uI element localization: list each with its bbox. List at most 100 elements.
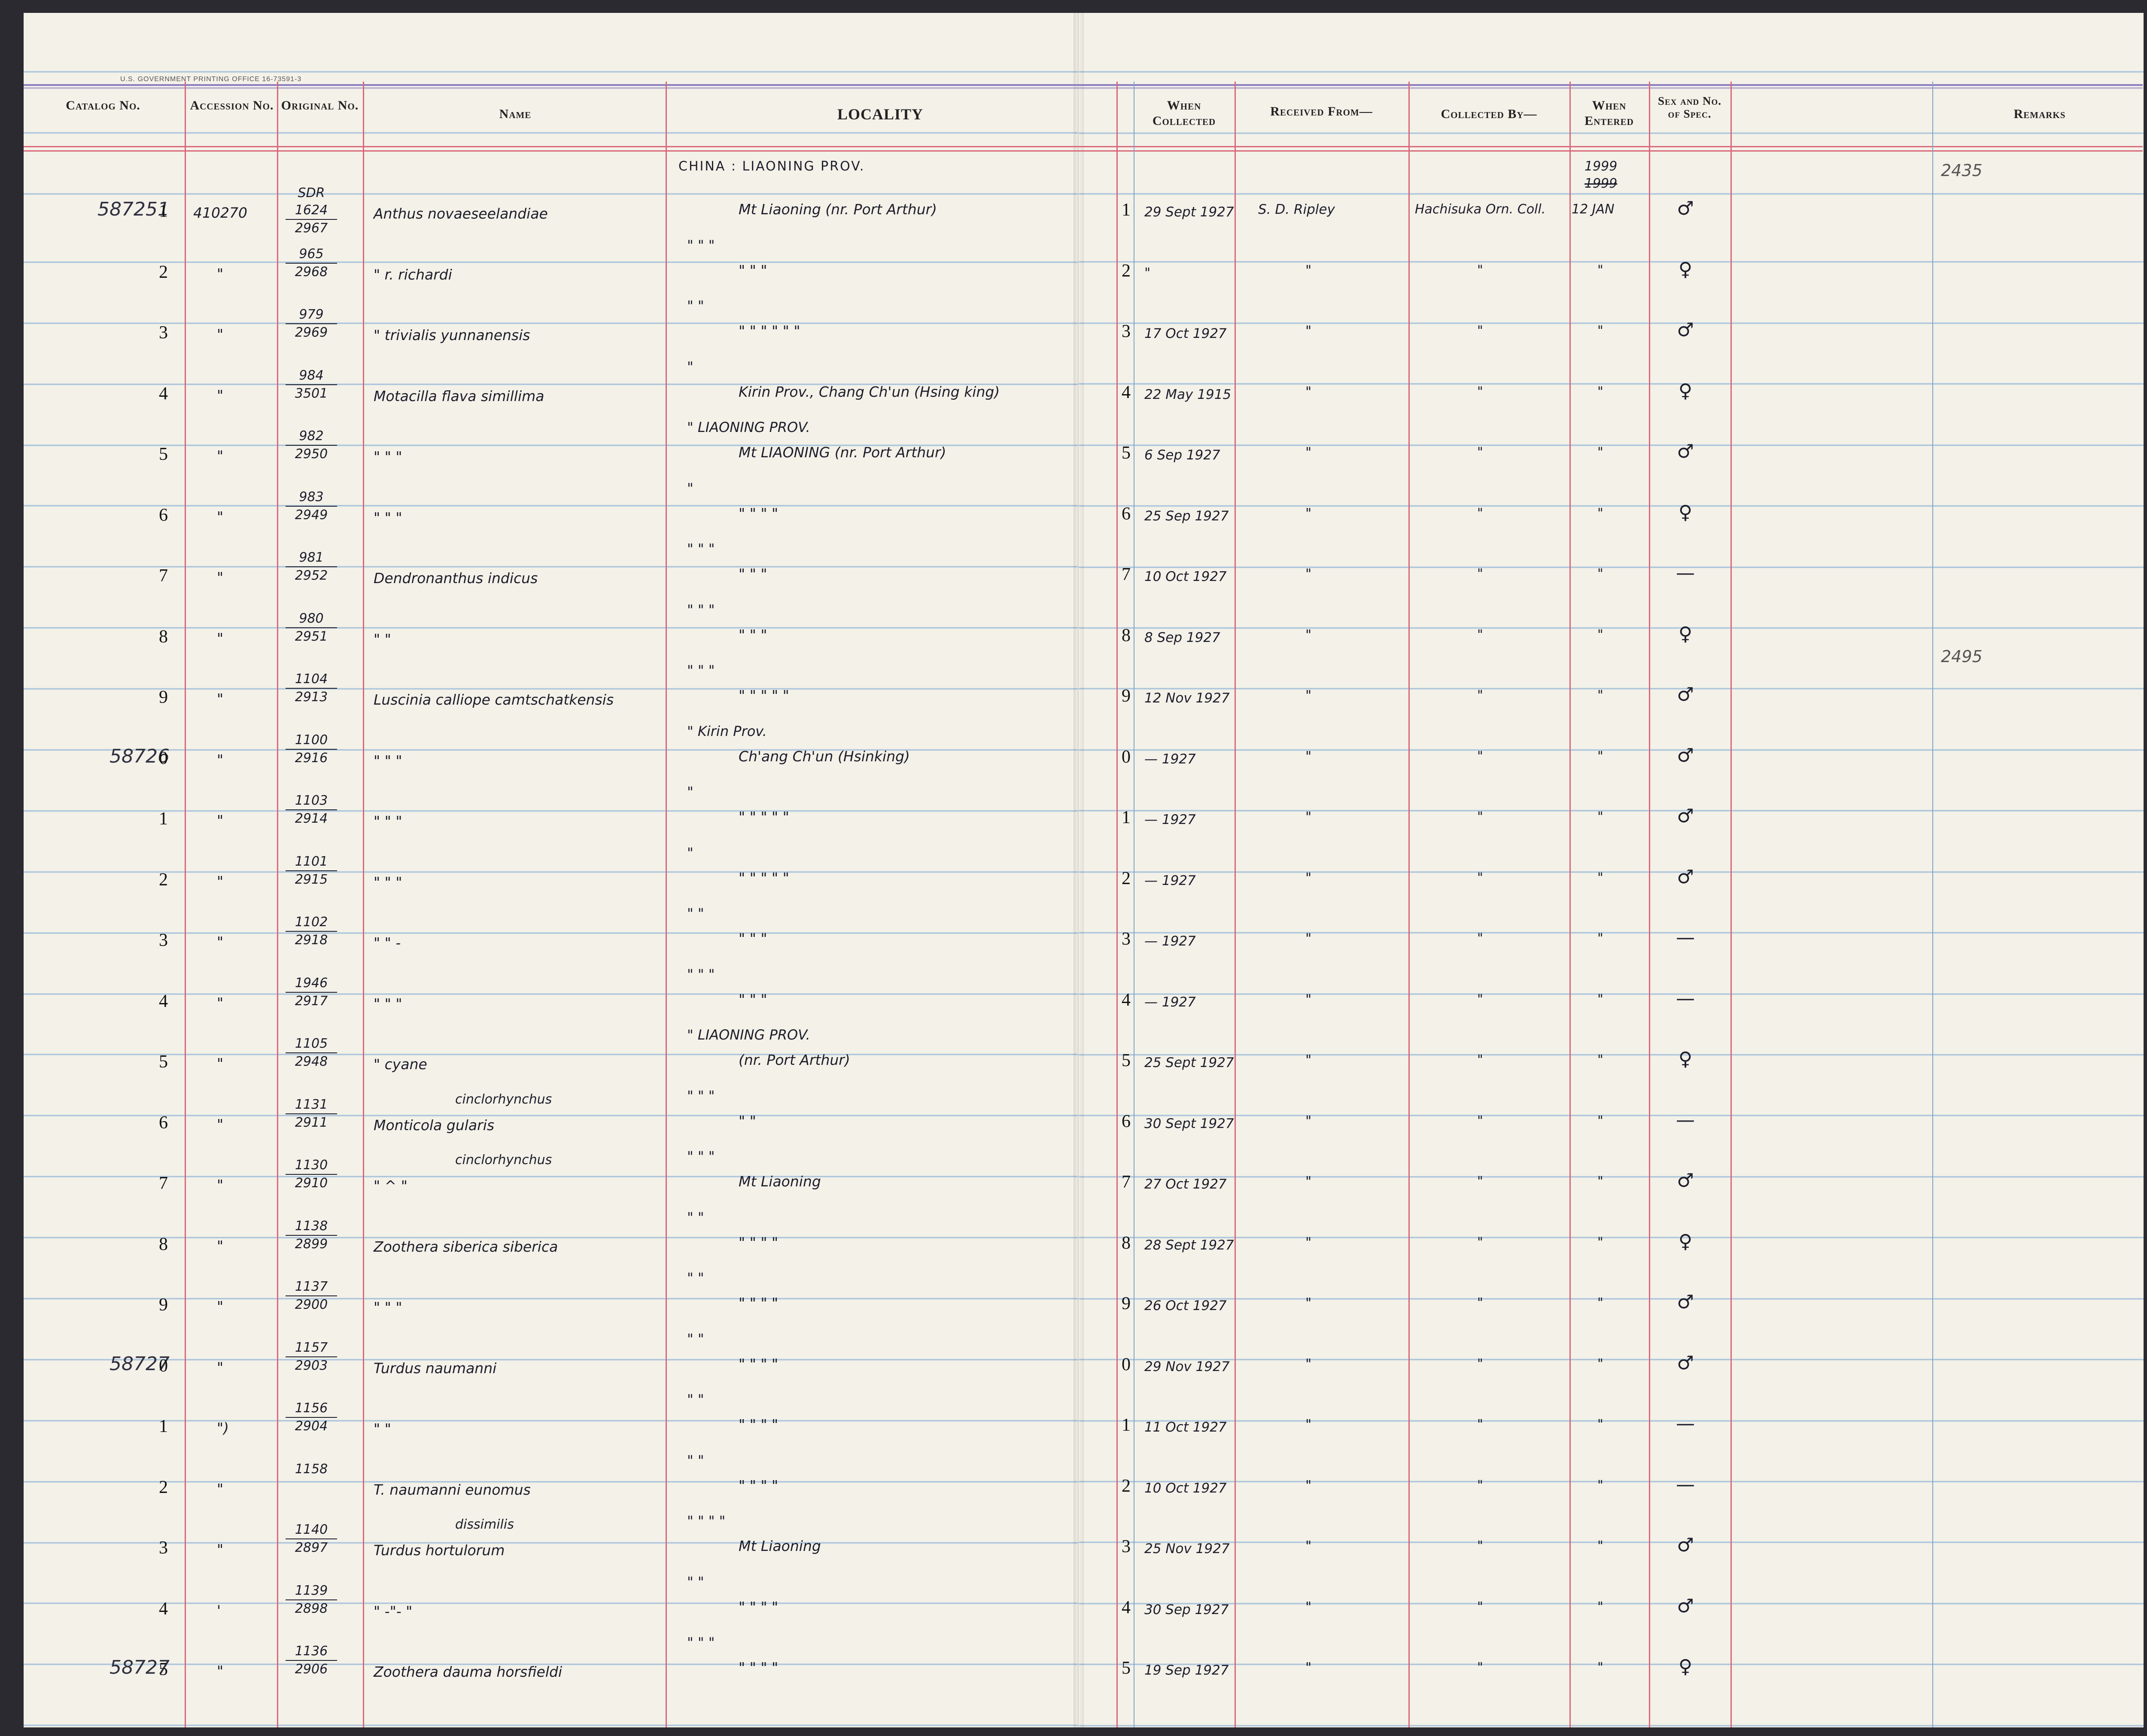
original-number-bottom: 2951 xyxy=(295,629,328,644)
when-entered: " xyxy=(1597,1478,1603,1493)
collected-by: " xyxy=(1477,1234,1483,1250)
original-number-top: 1157 xyxy=(286,1339,337,1357)
original-number-bottom: 2911 xyxy=(295,1115,328,1130)
when-collected: — 1927 xyxy=(1144,873,1196,888)
when-collected: 11 Oct 1927 xyxy=(1144,1420,1227,1435)
locality-line-above: " " " xyxy=(687,662,715,678)
when-collected: 12 Nov 1927 xyxy=(1144,690,1230,706)
original-number-top: 1158 xyxy=(295,1461,328,1477)
collected-by: " xyxy=(1477,445,1483,460)
when-collected: 19 Sep 1927 xyxy=(1144,1663,1229,1678)
when-entered: 12 JAN xyxy=(1572,202,1615,217)
row-digit: 0 xyxy=(1122,1354,1131,1374)
accession-number: " xyxy=(217,1116,224,1133)
catalog-digit: 1 xyxy=(159,201,168,221)
received-from: S. D. Ripley xyxy=(1258,202,1335,217)
received-from: " xyxy=(1305,1052,1312,1068)
locality: " " " xyxy=(739,991,767,1008)
original-number: 1104 2913 xyxy=(286,671,337,706)
row-digit: 1 xyxy=(1122,808,1131,827)
header-top-rule xyxy=(24,84,2143,86)
sex-symbol: — xyxy=(1676,927,1695,949)
when-entered: " xyxy=(1597,1052,1603,1067)
header-top-rule-2 xyxy=(24,87,2143,89)
species-name: " r. richardi xyxy=(374,266,452,283)
received-from: " xyxy=(1305,1660,1312,1675)
original-number-bottom: 2950 xyxy=(295,447,328,462)
species-name: " ^ " xyxy=(374,1177,408,1194)
original-number-bottom: 2952 xyxy=(295,568,328,583)
accession-number: " xyxy=(217,386,224,404)
locality: " " " xyxy=(739,626,767,643)
original-number: 1100 2916 xyxy=(286,732,337,767)
collected-by: " xyxy=(1477,688,1483,703)
sex-symbol: — xyxy=(1676,987,1695,1009)
locality-line-above: " xyxy=(687,784,693,800)
locality-line-above: " " " xyxy=(687,966,715,982)
locality-line-above: " " " xyxy=(687,237,715,253)
original-number: 1138 2899 xyxy=(286,1218,337,1253)
row-digit: 1 xyxy=(1122,200,1131,220)
locality-line-above: " " " xyxy=(687,1087,715,1104)
received-from: " xyxy=(1305,505,1312,521)
accession-number: 410270 xyxy=(193,204,247,221)
sex-symbol: ♀ xyxy=(1678,623,1693,645)
when-collected: 17 Oct 1927 xyxy=(1144,326,1227,341)
accession-number: " xyxy=(217,1359,224,1376)
species-name: " cyane xyxy=(374,1056,427,1073)
species-name: Motacilla flava simillima xyxy=(374,387,544,404)
row-digit: 3 xyxy=(1122,1537,1131,1557)
sex-symbol: ♀ xyxy=(1678,380,1693,402)
catalog-digit: 7 xyxy=(159,1174,168,1193)
locality-country-note: CHINA : LIAONING PROV. xyxy=(678,159,865,174)
original-number: 1131 2911 xyxy=(286,1096,337,1131)
species-name: Monticola gularis xyxy=(374,1116,495,1134)
when-entered: " xyxy=(1597,688,1603,703)
original-number: 1102 2918 xyxy=(286,914,337,949)
header-accession: Accession No. xyxy=(190,98,274,112)
accession-number: " xyxy=(217,508,224,525)
accession-number: " xyxy=(217,751,224,768)
name-insertion: cinclorhynchus xyxy=(455,1152,552,1167)
catalog-digit: 1 xyxy=(159,809,168,829)
sex-symbol: ♂ xyxy=(1677,441,1694,462)
collected-by: " xyxy=(1477,748,1483,764)
sex-symbol: ♀ xyxy=(1678,258,1693,280)
collected-by: " xyxy=(1477,505,1483,521)
when-collected: " xyxy=(1144,265,1151,281)
header-when-entered: When Entered xyxy=(1584,98,1634,128)
collected-by: " xyxy=(1477,991,1483,1007)
when-collected: 26 Oct 1927 xyxy=(1144,1298,1227,1313)
col-rule-collectedby xyxy=(1569,82,1571,1727)
sex-symbol: ♂ xyxy=(1677,744,1694,766)
left-page xyxy=(24,13,1079,1727)
original-number: 1946 2917 xyxy=(286,975,337,1010)
original-number-top: 1104 xyxy=(286,671,337,689)
locality: " " " xyxy=(739,930,767,947)
accession-number: " xyxy=(217,1237,224,1254)
original-number-top: 1131 xyxy=(286,1096,337,1114)
catalog-prefix: 58727 xyxy=(109,1353,170,1375)
catalog-digit: 9 xyxy=(159,687,168,707)
row-digit: 7 xyxy=(1122,565,1131,584)
header-when-collected: When Collected xyxy=(1152,98,1216,128)
header-remarks: Remarks xyxy=(2013,107,2066,121)
when-collected: 28 Sept 1927 xyxy=(1144,1237,1234,1253)
ledger-book: U.S. GOVERNMENT PRINTING OFFICE 16-73591… xyxy=(0,0,2147,1736)
catalog-digit: 3 xyxy=(159,323,168,343)
when-entered: " xyxy=(1597,1356,1603,1371)
original-number-bottom: 3501 xyxy=(295,386,328,401)
received-from: " xyxy=(1305,1234,1312,1250)
locality-line-above: " xyxy=(687,844,693,861)
accession-number: ") xyxy=(217,1420,229,1436)
when-collected: 27 Oct 1927 xyxy=(1144,1177,1227,1192)
locality: Mt Liaoning xyxy=(739,1173,821,1190)
received-from: " xyxy=(1305,323,1312,339)
original-number-bottom: 2967 xyxy=(295,221,328,236)
col-rule-collected xyxy=(1235,82,1236,1727)
original-number: 1140 2897 xyxy=(286,1521,337,1557)
original-number-bottom: 2915 xyxy=(295,872,328,887)
locality-line-above: " " xyxy=(687,1330,704,1347)
col-rule-catalog xyxy=(185,82,186,1727)
original-number-bottom: 2968 xyxy=(295,264,328,280)
